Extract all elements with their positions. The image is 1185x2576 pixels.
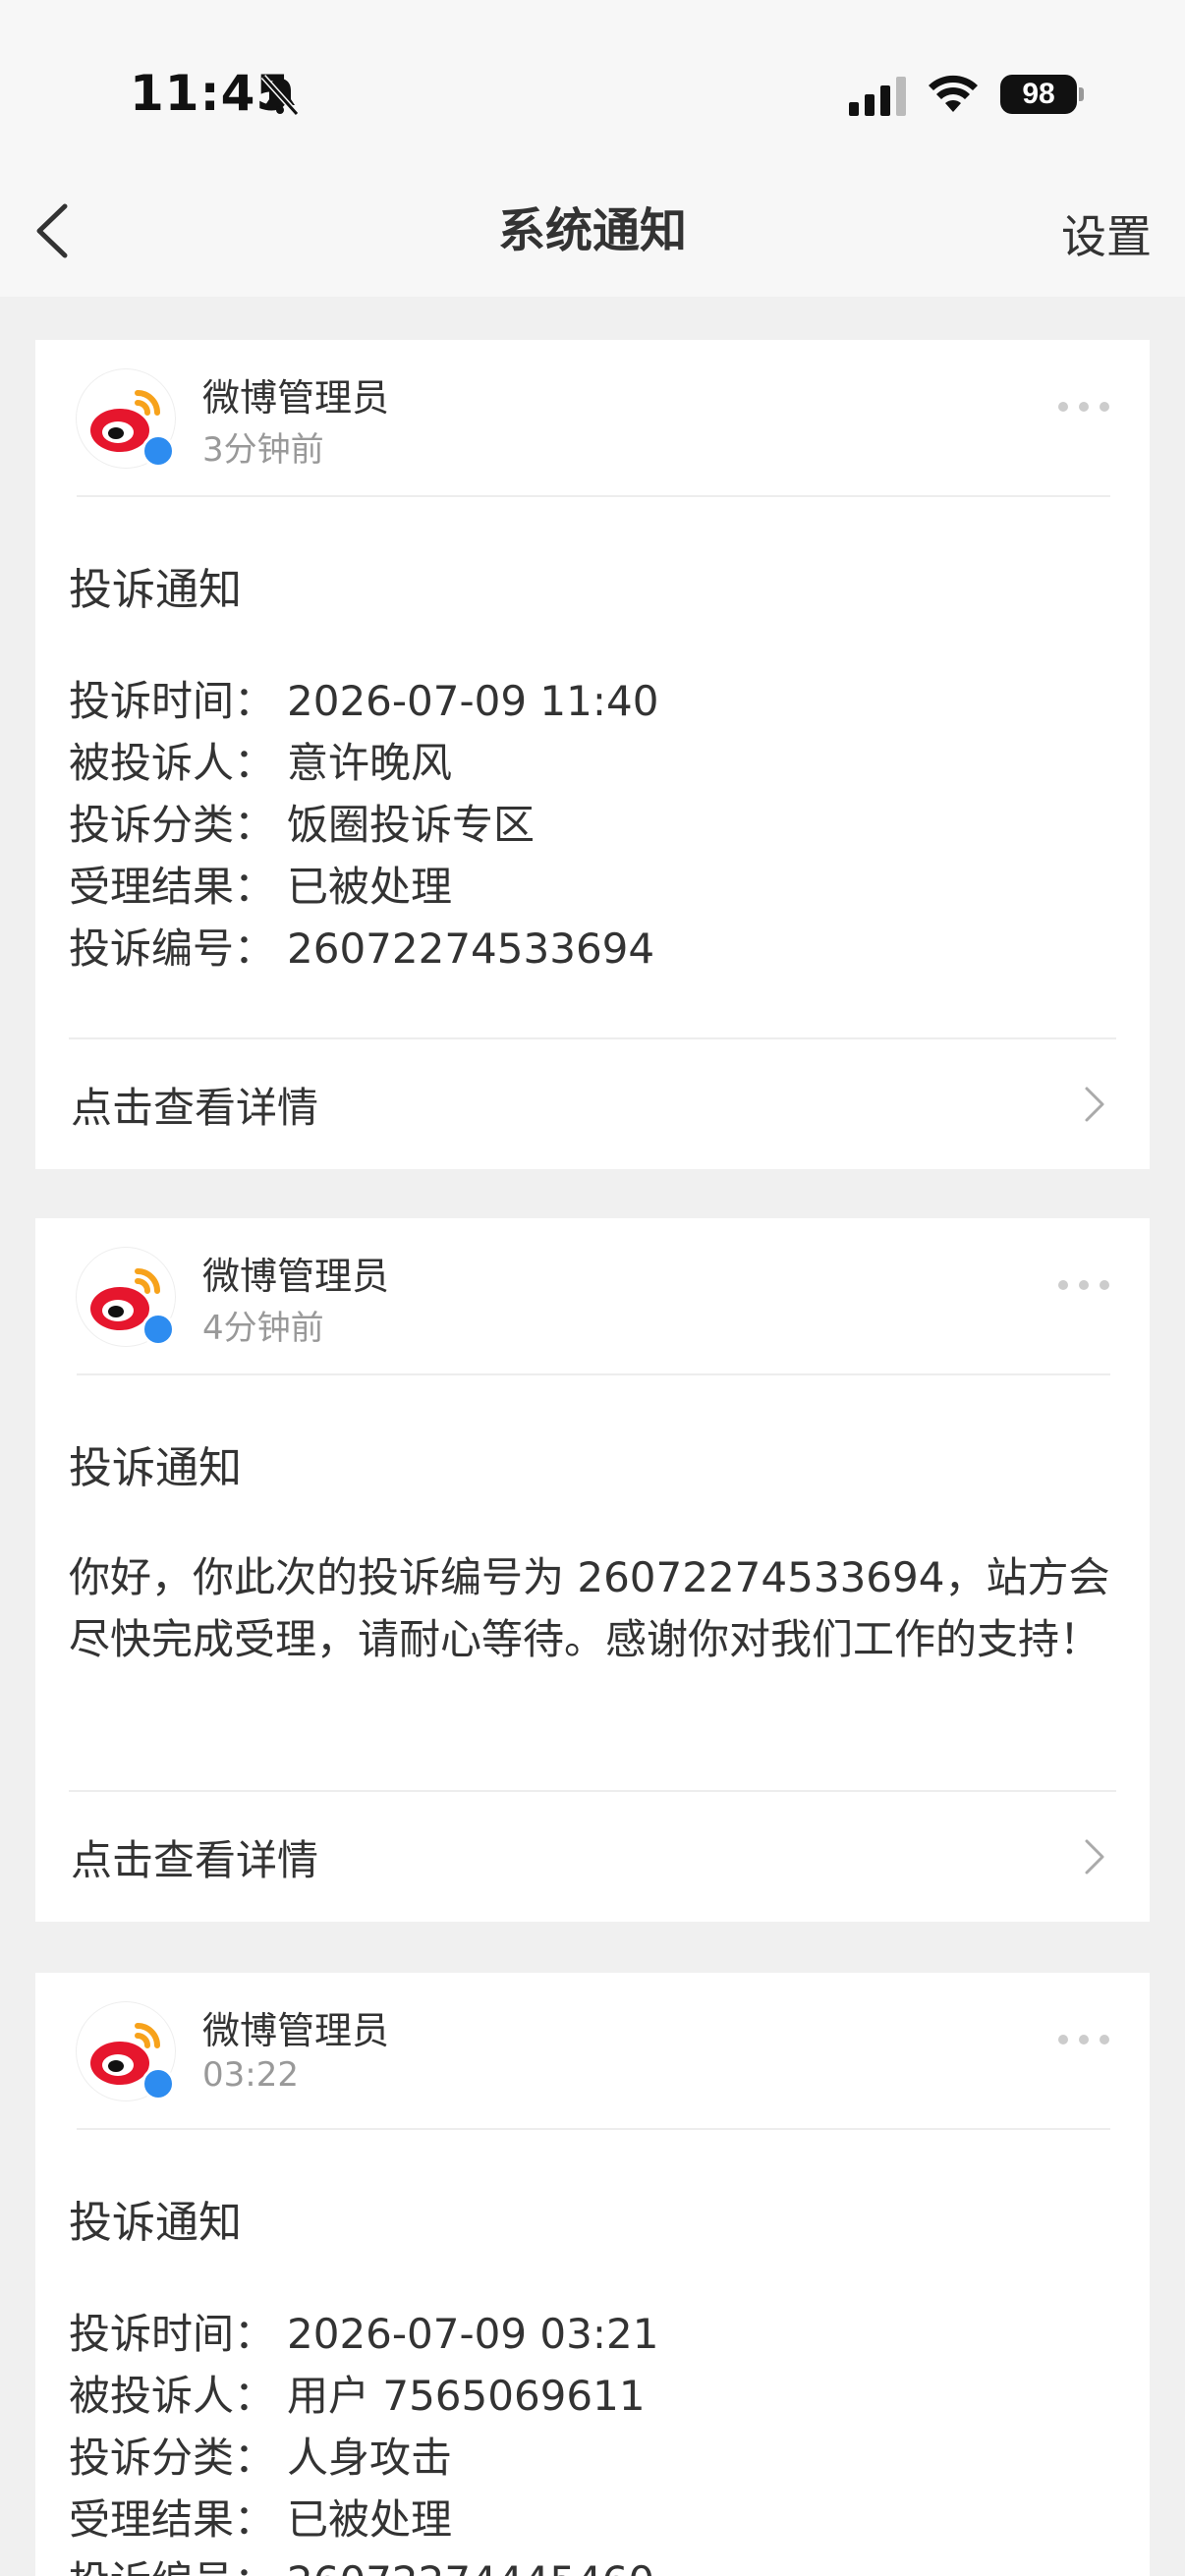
settings-button[interactable]: 设置: [1061, 202, 1152, 271]
timestamp: 03:22: [202, 2055, 299, 2095]
verified-badge-icon: [141, 434, 175, 468]
wifi-icon: [929, 75, 978, 112]
field-key: 被投诉人：: [69, 2372, 276, 2420]
verified-badge-icon: [141, 1313, 175, 1346]
view-details-link[interactable]: 点击查看详情: [71, 1827, 318, 1887]
sender-name[interactable]: 微博管理员: [202, 1246, 389, 1300]
field-key: 投诉时间：: [69, 2310, 276, 2358]
timestamp: 3分钟前: [202, 430, 324, 470]
notice-title: 投诉通知: [69, 565, 242, 615]
field-key: 被投诉人：: [69, 739, 276, 787]
field-key: 投诉编号：: [69, 924, 276, 973]
field-key: 受理结果：: [69, 2495, 276, 2544]
field-row: 投诉编号：26072274445460: [69, 2548, 654, 2576]
field-row: 投诉时间： 2026-07-09 03:21: [69, 2301, 658, 2361]
field-value: 已被处理: [287, 2495, 453, 2544]
notice-title: 投诉通知: [69, 1443, 242, 1493]
field-key: 受理结果：: [69, 863, 276, 911]
field-key: 投诉时间：: [69, 677, 276, 725]
notice-body: 你好，你此次的投诉编号为 26072274533694，站方会尽快完成受理，请耐…: [69, 1553, 1110, 1663]
field-value: 26072274445460: [287, 2557, 654, 2576]
divider: [69, 1037, 1116, 1039]
field-value: 已被处理: [287, 863, 453, 911]
timestamp: 4分钟前: [202, 1309, 324, 1348]
field-value: 2026-07-09 11:40: [287, 677, 659, 725]
field-row: 被投诉人： 意许晚风: [69, 730, 452, 790]
field-value: 意许晚风: [287, 739, 453, 787]
field-key: 投诉分类：: [69, 2434, 276, 2482]
verified-badge-icon: [141, 2067, 175, 2100]
field-row: 受理结果： 已被处理: [69, 2487, 452, 2547]
more-options-icon[interactable]: [1057, 2032, 1110, 2047]
field-value: 用户 7565069611: [287, 2372, 646, 2420]
field-row: 投诉分类： 饭圈投诉专区: [69, 792, 535, 852]
sender-name[interactable]: 微博管理员: [202, 367, 389, 421]
field-value: 人身攻击: [287, 2434, 453, 2482]
divider: [77, 495, 1110, 497]
chevron-right-icon[interactable]: [1083, 1085, 1106, 1124]
notice-title: 投诉通知: [69, 2198, 242, 2248]
field-value: 26072274533694: [287, 924, 655, 973]
divider: [77, 1373, 1110, 1375]
battery-nub: [1079, 87, 1084, 101]
notification-card: 微博管理员 03:22 投诉通知 投诉时间： 2026-07-09 03:21 被…: [35, 1973, 1150, 2576]
field-value: 饭圈投诉专区: [287, 801, 536, 849]
divider: [69, 1790, 1116, 1792]
page-title: 系统通知: [497, 203, 687, 258]
divider: [77, 2128, 1110, 2130]
notification-card: 微博管理员 4分钟前 投诉通知 你好，你此次的投诉编号为 26072274533…: [35, 1218, 1150, 1922]
bell-off-icon: [260, 74, 300, 117]
field-row: 受理结果： 已被处理: [69, 854, 452, 914]
field-row: 投诉分类： 人身攻击: [69, 2425, 452, 2485]
field-key: 投诉编号：: [69, 2548, 287, 2576]
field-key: 投诉分类：: [69, 801, 276, 849]
more-options-icon[interactable]: [1057, 399, 1110, 415]
sender-name[interactable]: 微博管理员: [202, 2000, 389, 2054]
field-row: 投诉时间： 2026-07-09 11:40: [69, 668, 658, 728]
view-details-link[interactable]: 点击查看详情: [71, 1075, 318, 1135]
cellular-signal-icon: [849, 77, 906, 116]
field-row: 被投诉人： 用户 7565069611: [69, 2363, 646, 2423]
chevron-right-icon[interactable]: [1083, 1837, 1106, 1876]
more-options-icon[interactable]: [1057, 1277, 1110, 1293]
field-row: 投诉编号： 26072274533694: [69, 916, 654, 976]
battery-indicator: 98: [1000, 75, 1077, 114]
notification-card: 微博管理员 3分钟前 投诉通知 投诉时间： 2026-07-09 11:40 被投…: [35, 340, 1150, 1169]
field-value: 2026-07-09 03:21: [287, 2310, 659, 2358]
